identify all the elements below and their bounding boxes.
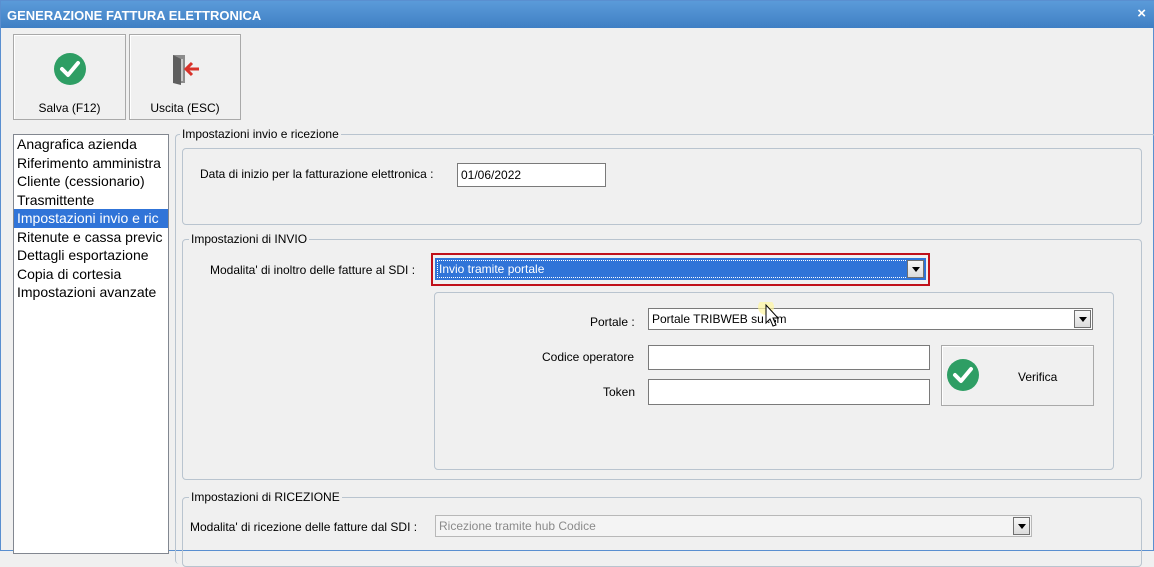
nav-item-dettagli-esportazione[interactable]: Dettagli esportazione xyxy=(14,246,168,265)
save-button[interactable]: Salva (F12) xyxy=(13,34,126,120)
check-circle-icon xyxy=(946,358,980,395)
codice-operatore-field[interactable] xyxy=(648,345,930,370)
nav-item-copia-cortesia[interactable]: Copia di cortesia xyxy=(14,265,168,284)
ricezione-group-legend: Impostazioni di RICEZIONE xyxy=(189,490,342,504)
nav-item-riferimento-amministrativo[interactable]: Riferimento amministra xyxy=(14,154,168,173)
codice-operatore-label: Codice operatore xyxy=(542,350,635,364)
portale-select[interactable]: Portale TRIBWEB su .sm xyxy=(648,308,1093,330)
mouse-cursor-icon xyxy=(758,299,782,331)
title-bar: GENERAZIONE FATTURA ELETTRONICA × xyxy=(1,1,1154,28)
nav-item-trasmittente[interactable]: Trasmittente xyxy=(14,191,168,210)
verifica-label: Verifica xyxy=(1018,370,1058,384)
chevron-down-icon[interactable] xyxy=(907,260,924,278)
nav-item-cliente[interactable]: Cliente (cessionario) xyxy=(14,172,168,191)
nav-item-ritenute[interactable]: Ritenute e cassa previc xyxy=(14,228,168,247)
date-group xyxy=(182,148,1142,225)
exit-door-icon xyxy=(168,52,202,89)
modalita-ricezione-select[interactable]: Ricezione tramite hub Codice xyxy=(435,515,1032,537)
start-date-label: Data di inizio per la fatturazione elett… xyxy=(200,167,434,181)
nav-item-impostazioni-invio[interactable]: Impostazioni invio e ric xyxy=(14,209,168,228)
start-date-field[interactable]: 01/06/2022 xyxy=(457,163,606,187)
verifica-button[interactable]: Verifica xyxy=(941,345,1094,406)
chevron-down-icon[interactable] xyxy=(1074,310,1091,328)
nav-item-anagrafica-azienda[interactable]: Anagrafica azienda xyxy=(14,135,168,154)
section-list[interactable]: Anagrafica azienda Riferimento amministr… xyxy=(13,134,169,554)
token-field[interactable] xyxy=(648,379,930,405)
window-title: GENERAZIONE FATTURA ELETTRONICA xyxy=(7,8,262,23)
save-button-label: Salva (F12) xyxy=(38,101,101,115)
modalita-ricezione-value: Ricezione tramite hub Codice xyxy=(439,519,596,533)
close-icon[interactable]: × xyxy=(1137,5,1146,22)
exit-button-label: Uscita (ESC) xyxy=(150,101,220,115)
check-circle-icon xyxy=(53,52,87,89)
chevron-down-icon[interactable] xyxy=(1013,517,1030,535)
outer-group-legend: Impostazioni invio e ricezione xyxy=(180,127,341,141)
modalita-invio-value: Invio tramite portale xyxy=(439,262,545,276)
main-window: GENERAZIONE FATTURA ELETTRONICA × Salva … xyxy=(0,0,1154,567)
modalita-ricezione-label: Modalita' di ricezione delle fatture dal… xyxy=(190,520,418,534)
invio-group-legend: Impostazioni di INVIO xyxy=(189,232,310,246)
exit-button[interactable]: Uscita (ESC) xyxy=(129,34,241,120)
modalita-invio-label: Modalita' di inoltro delle fatture al SD… xyxy=(210,263,416,277)
modalita-invio-select[interactable]: Invio tramite portale xyxy=(435,258,926,280)
token-label: Token xyxy=(603,385,636,399)
nav-item-impostazioni-avanzate[interactable]: Impostazioni avanzate xyxy=(14,283,168,302)
portale-label: Portale : xyxy=(590,315,635,329)
